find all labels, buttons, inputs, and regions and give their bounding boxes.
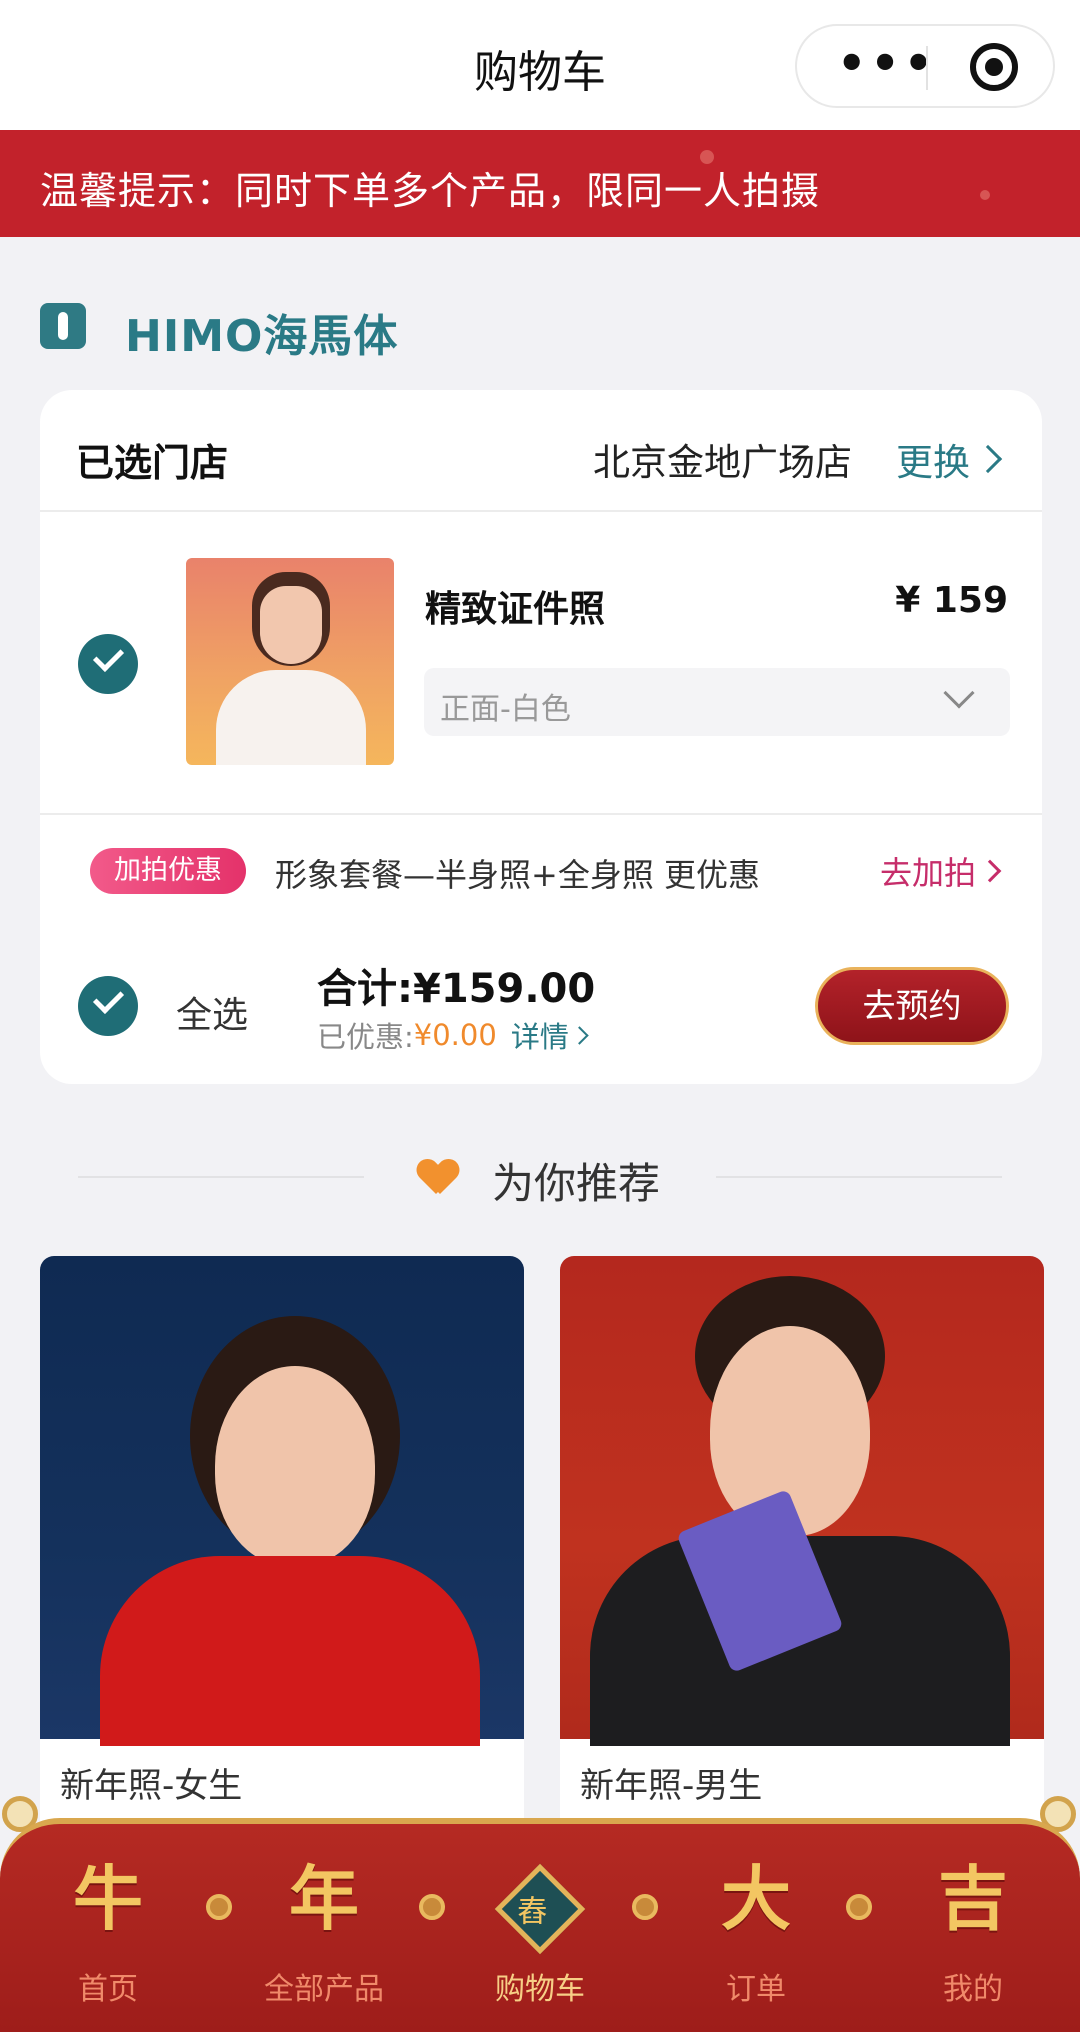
portrait-figure xyxy=(260,586,322,664)
chevron-right-icon xyxy=(973,444,1003,474)
divider xyxy=(40,813,1042,815)
notice-banner: 温馨提示：同时下单多个产品，限同一人拍摄 xyxy=(0,130,1080,237)
recommend-name: 新年照-女生 xyxy=(60,1766,243,1806)
cart-diamond-icon: 舂 xyxy=(494,1863,586,1955)
recommend-image xyxy=(560,1256,1044,1746)
tab-separator-dot xyxy=(846,1894,872,1920)
tab-separator-dot xyxy=(632,1894,658,1920)
book-appointment-button[interactable]: 去预约 xyxy=(815,967,1009,1045)
divider xyxy=(78,1176,364,1178)
store-label: 已选门店 xyxy=(76,441,229,485)
tab-mine-glyph: 吉 xyxy=(938,1857,1008,1940)
add-shoot-link[interactable]: 去加拍 xyxy=(879,848,1002,894)
discount-label: 已优惠: xyxy=(317,1020,414,1054)
tab-home[interactable]: 牛 首页 xyxy=(33,1854,183,2024)
promo-badge: 加拍优惠 xyxy=(90,848,246,894)
portrait-figure-face xyxy=(215,1366,375,1566)
top-navbar: 购物车 ••• xyxy=(0,0,1080,130)
tab-cart[interactable]: 舂 购物车 xyxy=(465,1854,615,2024)
chevron-right-icon xyxy=(978,859,1002,883)
more-icon[interactable]: ••• xyxy=(837,40,937,88)
heart-icon xyxy=(418,1160,458,1196)
spec-selected-value: 正面-白色 xyxy=(440,692,571,727)
store-name: 北京金地广场店 xyxy=(593,441,852,484)
brand-name: HIMO海馬体 xyxy=(125,311,399,362)
product-thumbnail[interactable] xyxy=(186,558,394,765)
recommend-card-female[interactable]: 新年照-女生 xyxy=(40,1256,524,1856)
tab-products-label: 全部产品 xyxy=(264,1972,384,2007)
tab-home-glyph: 牛 xyxy=(73,1857,143,1940)
tab-home-label: 首页 xyxy=(78,1972,138,2007)
total-amount: 合计:¥159.00 xyxy=(317,966,596,1012)
recommend-title: 为你推荐 xyxy=(492,1159,661,1208)
bottom-tabbar: 牛 首页 年 全部产品 舂 购物车 大 订单 吉 我的 xyxy=(0,1818,1080,2032)
close-miniprogram-icon[interactable] xyxy=(970,43,1018,91)
portrait-figure-body xyxy=(100,1556,480,1746)
chevron-right-icon xyxy=(570,1025,589,1045)
tab-products-glyph: 年 xyxy=(289,1857,359,1940)
tab-mine-label: 我的 xyxy=(943,1972,1003,2007)
divider xyxy=(716,1176,1002,1178)
tab-separator-dot xyxy=(419,1894,445,1920)
detail-label: 详情 xyxy=(510,1020,569,1054)
tab-orders-label: 订单 xyxy=(726,1972,786,2007)
item-checkbox[interactable] xyxy=(78,634,138,694)
recommend-image xyxy=(40,1256,524,1746)
chevron-down-icon xyxy=(943,677,975,709)
recommend-card-male[interactable]: 新年照-男生 xyxy=(560,1256,1044,1856)
tab-orders-glyph: 大 xyxy=(721,1857,791,1940)
tab-cart-glyph: 舂 xyxy=(517,1894,548,1930)
product-price: ¥ 159 xyxy=(895,580,1008,621)
tab-cart-label: 购物车 xyxy=(495,1972,585,2007)
select-all-checkbox[interactable] xyxy=(78,976,138,1036)
product-name: 精致证件照 xyxy=(425,589,606,630)
select-all-label[interactable]: 全选 xyxy=(176,986,248,1038)
tab-orders[interactable]: 大 订单 xyxy=(681,1854,831,2024)
cart-card: 已选门店 北京金地广场店 更换 精致证件照 ¥ 159 正面-白色 加拍优惠 形… xyxy=(40,390,1042,1084)
tab-cart-icon-wrap: 舂 xyxy=(465,1854,615,1955)
notice-text: 温馨提示：同时下单多个产品，限同一人拍摄 xyxy=(40,169,821,213)
capsule-divider xyxy=(926,46,928,90)
promo-text: 形象套餐—半身照+全身照 更优惠 xyxy=(275,856,760,894)
tab-mine[interactable]: 吉 我的 xyxy=(898,1854,1048,2024)
recommend-name: 新年照-男生 xyxy=(580,1766,763,1806)
change-store-button[interactable]: 更换 xyxy=(896,432,1003,486)
miniprogram-capsule: ••• xyxy=(795,24,1055,108)
seahorse-logo-icon xyxy=(40,303,86,349)
change-store-label: 更换 xyxy=(896,441,970,484)
portrait-figure-body xyxy=(216,670,366,765)
tab-separator-dot xyxy=(206,1894,232,1920)
spec-dropdown[interactable]: 正面-白色 xyxy=(424,668,1010,736)
tab-all-products[interactable]: 年 全部产品 xyxy=(249,1854,399,2024)
discount-detail-link[interactable]: 详情 xyxy=(510,1014,589,1056)
discount-amount: ¥0.00 xyxy=(413,1018,497,1052)
divider xyxy=(40,510,1042,512)
add-shoot-label: 去加拍 xyxy=(879,854,976,892)
discount-row: 已优惠: ¥0.00 详情 xyxy=(317,1014,589,1056)
